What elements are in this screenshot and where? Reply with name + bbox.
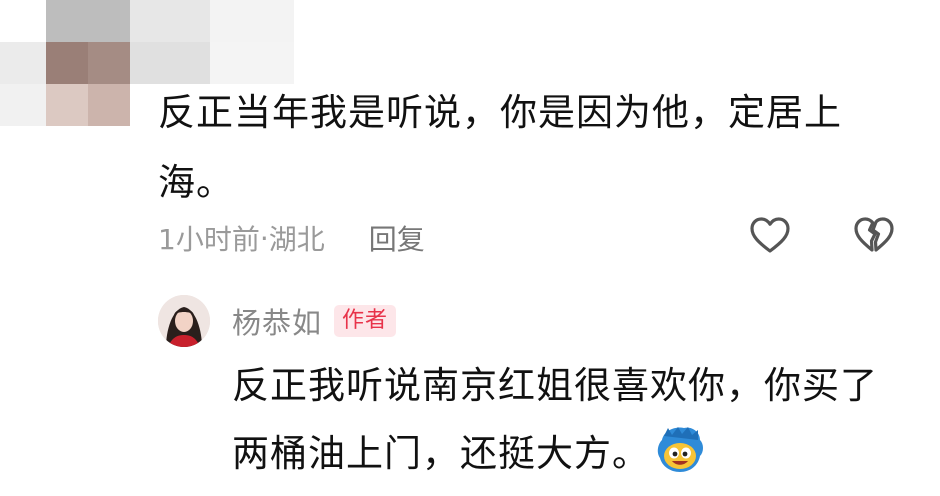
- reply-author: 杨恭如 作者: [232, 300, 397, 342]
- reply-text: 反正我听说南京红姐很喜欢你，你买了两桶油上门，还挺大方。: [232, 352, 912, 488]
- author-badge: 作者: [334, 305, 397, 337]
- meta-separator: ·: [259, 221, 269, 255]
- author-name[interactable]: 杨恭如: [232, 300, 322, 342]
- reply-text-content: 反正我听说南京红姐很喜欢你，你买了两桶油上门，还挺大方。: [232, 364, 878, 475]
- comment-location: 湖北: [268, 223, 325, 256]
- comment-time: 1小时前: [158, 223, 260, 256]
- heart-outline-icon[interactable]: [748, 214, 792, 258]
- reply-button[interactable]: 回复: [369, 218, 425, 258]
- broken-heart-icon[interactable]: [852, 214, 896, 258]
- comment-text: 反正当年我是听说，你是因为他，定居上海。: [158, 91, 842, 204]
- comment-meta: 1小时前 · 湖北 回复: [158, 216, 425, 260]
- author-avatar[interactable]: [158, 295, 210, 347]
- grinning-face-emoji-icon: [654, 426, 706, 474]
